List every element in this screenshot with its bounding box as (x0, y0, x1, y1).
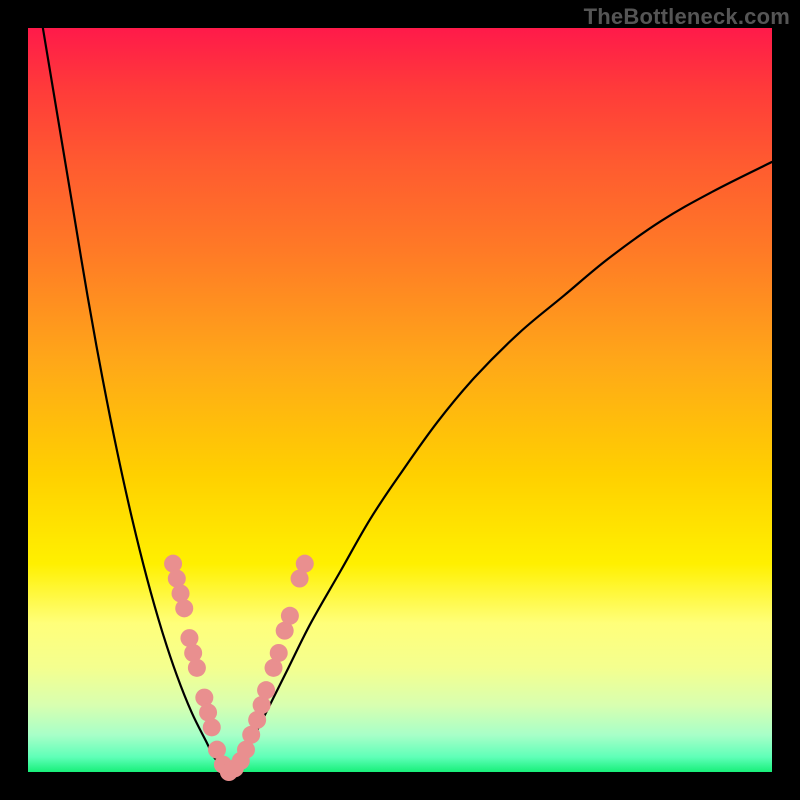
curve-right-curve (229, 162, 772, 772)
curve-group (43, 28, 772, 772)
data-marker (175, 599, 193, 617)
chart-svg (28, 28, 772, 772)
chart-frame: TheBottleneck.com (0, 0, 800, 800)
data-marker (203, 718, 221, 736)
watermark-text: TheBottleneck.com (584, 4, 790, 30)
plot-area (28, 28, 772, 772)
data-marker (188, 659, 206, 677)
data-marker (270, 644, 288, 662)
data-marker (257, 681, 275, 699)
marker-group (164, 555, 314, 781)
data-marker (281, 607, 299, 625)
data-marker (296, 555, 314, 573)
